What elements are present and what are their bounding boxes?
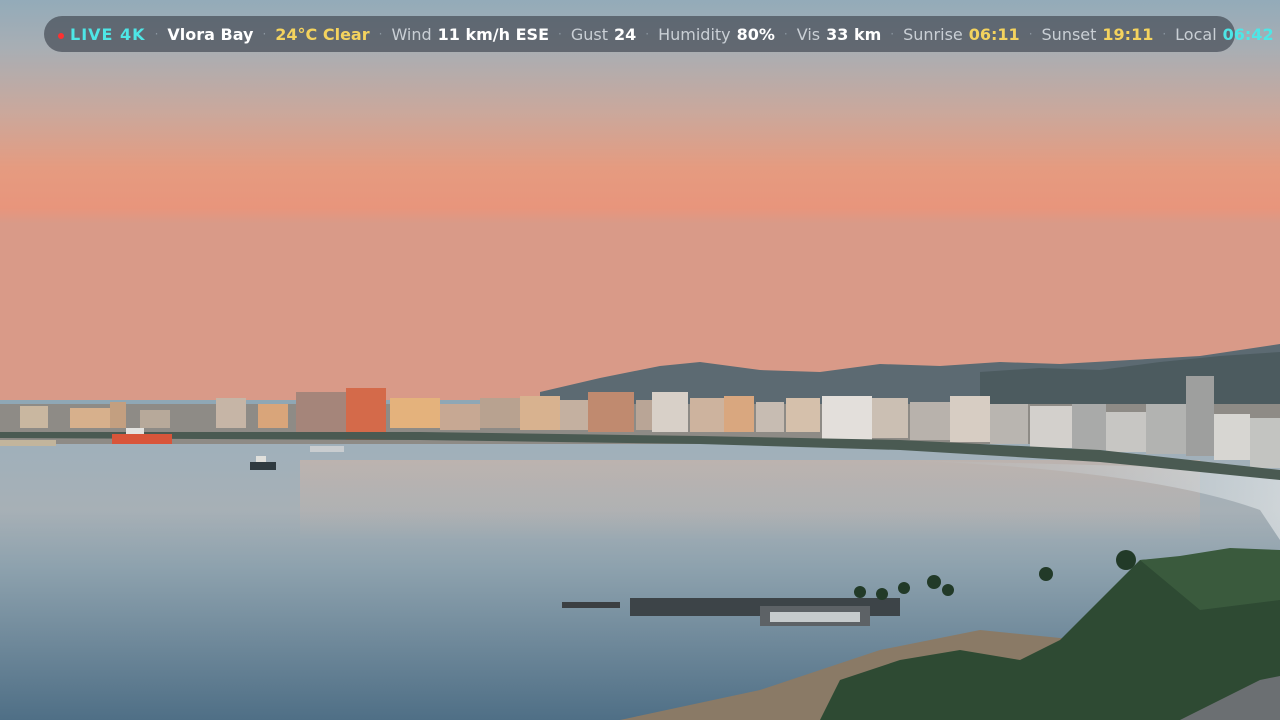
gust-readout: Gust 24 — [571, 25, 636, 44]
sunset-readout: Sunset 19:11 — [1042, 25, 1154, 44]
wind-value: 11 km/h ESE — [437, 24, 549, 44]
separator: · — [783, 27, 788, 41]
wind-readout: Wind 11 km/h ESE — [391, 25, 549, 44]
separator: · — [378, 27, 383, 41]
live-dot-icon — [58, 32, 64, 39]
temperature-condition: 24°C Clear — [275, 24, 370, 44]
separator: · — [154, 27, 159, 41]
sunset-label: Sunset — [1041, 24, 1097, 44]
separator: · — [890, 27, 895, 41]
humidity-value: 80% — [736, 24, 775, 44]
separator: · — [262, 27, 267, 41]
separator: · — [558, 27, 562, 41]
humidity-label: Humidity — [658, 24, 731, 44]
sunrise-readout: Sunrise 06:11 — [903, 25, 1020, 44]
gust-value: 24 — [613, 24, 637, 44]
local-time-value: 06:42 — [1222, 24, 1274, 44]
webcam-frame — [0, 0, 1280, 720]
weather-status-bar: LIVE 4K · Vlora Bay · 24°C Clear · Wind … — [44, 16, 1274, 52]
sunset-value: 19:11 — [1102, 24, 1154, 44]
webcam-viewer: LIVE 4K · Vlora Bay · 24°C Clear · Wind … — [0, 0, 1280, 720]
humidity-readout: Humidity 80% — [658, 25, 775, 44]
sunrise-value: 06:11 — [968, 24, 1020, 44]
local-time-label: Local — [1175, 24, 1217, 44]
live-indicator: LIVE 4K — [58, 25, 146, 44]
local-time-readout: Local 06:42 — [1175, 25, 1273, 44]
gust-label: Gust — [570, 24, 608, 44]
wind-label: Wind — [391, 24, 432, 44]
live-label: LIVE 4K — [70, 24, 146, 44]
location-name: Vlora Bay — [167, 24, 254, 44]
separator: · — [1028, 27, 1033, 41]
sky — [0, 0, 1280, 400]
sunrise-label: Sunrise — [903, 24, 963, 44]
separator: · — [1162, 27, 1167, 41]
visibility-readout: Vis 33 km — [797, 25, 882, 44]
visibility-label: Vis — [796, 24, 821, 44]
separator: · — [645, 27, 650, 41]
visibility-value: 33 km — [826, 24, 882, 44]
